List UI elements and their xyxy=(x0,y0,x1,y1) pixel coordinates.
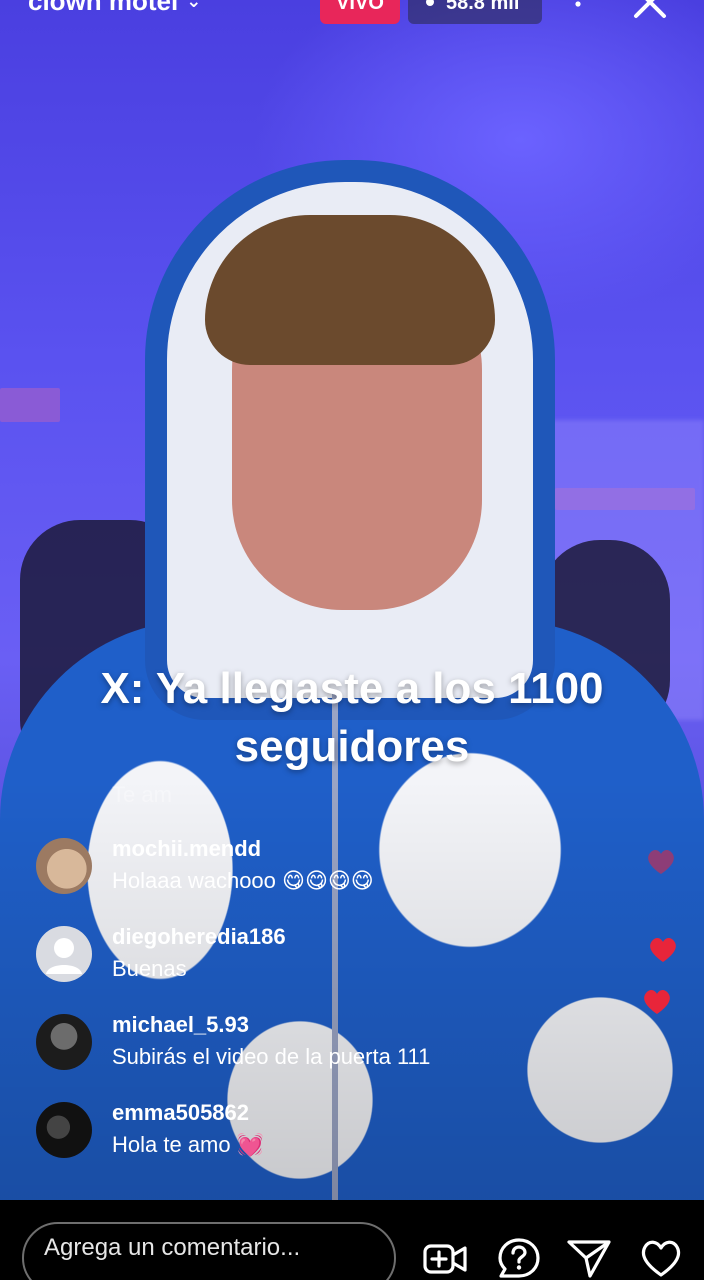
avatar[interactable] xyxy=(36,1014,92,1070)
comment-text: Subirás el video de la puerta 111 xyxy=(112,1044,431,1069)
wall-shelf xyxy=(0,388,60,422)
comment-item[interactable]: michael_5.93 Subirás el video de la puer… xyxy=(36,1012,556,1082)
comment-username[interactable]: mochii.mendd xyxy=(112,836,261,862)
heart-icon xyxy=(650,938,676,962)
avatar[interactable] xyxy=(36,1102,92,1158)
close-icon[interactable] xyxy=(630,0,670,22)
viewer-count-button[interactable]: 58.8 mil xyxy=(408,0,542,24)
comment-text: Buenas xyxy=(112,956,187,981)
comment-username[interactable]: diegoheredia186 xyxy=(112,924,286,950)
host-username: clown motel xyxy=(28,0,179,16)
heart-icon[interactable] xyxy=(638,1236,684,1280)
live-header: clown motel ⌄ VIVO 58.8 mil xyxy=(0,0,704,26)
viewer-dot-icon xyxy=(426,0,434,6)
comment-bar xyxy=(0,1200,704,1280)
more-icon[interactable] xyxy=(568,0,588,18)
viewer-count: 58.8 mil xyxy=(446,0,520,14)
featured-question: X: Ya llegaste a los 1100 seguidores xyxy=(100,664,604,771)
avatar[interactable] xyxy=(36,838,92,894)
chevron-down-icon: ⌄ xyxy=(186,0,202,11)
comment-username[interactable]: michael_5.93 xyxy=(112,1012,249,1038)
comment-text: Hola te amo 💓 xyxy=(112,1132,265,1157)
comment-item[interactable]: emma505862 Hola te amo 💓 xyxy=(36,1100,556,1170)
comment-item[interactable]: diegoheredia186 Buenas xyxy=(36,924,556,994)
add-video-icon[interactable] xyxy=(422,1236,468,1280)
default-avatar-icon xyxy=(46,938,82,974)
faded-comment: Te am xyxy=(112,782,172,807)
avatar[interactable] xyxy=(36,926,92,982)
heart-icon xyxy=(644,990,670,1014)
live-badge: VIVO xyxy=(320,0,400,24)
comment-item[interactable]: mochii.mendd Holaaa wachooo 😋😋😋😋 xyxy=(36,836,556,906)
heart-icon xyxy=(648,850,674,874)
comment-input[interactable] xyxy=(22,1222,396,1280)
comment-username[interactable]: emma505862 xyxy=(112,1100,249,1126)
host-username-button[interactable]: clown motel ⌄ xyxy=(28,0,201,17)
streamer-hair xyxy=(205,215,495,365)
send-icon[interactable] xyxy=(566,1236,612,1280)
comment-text: Holaaa wachooo 😋😋😋😋 xyxy=(112,868,374,893)
question-icon[interactable] xyxy=(496,1236,542,1280)
